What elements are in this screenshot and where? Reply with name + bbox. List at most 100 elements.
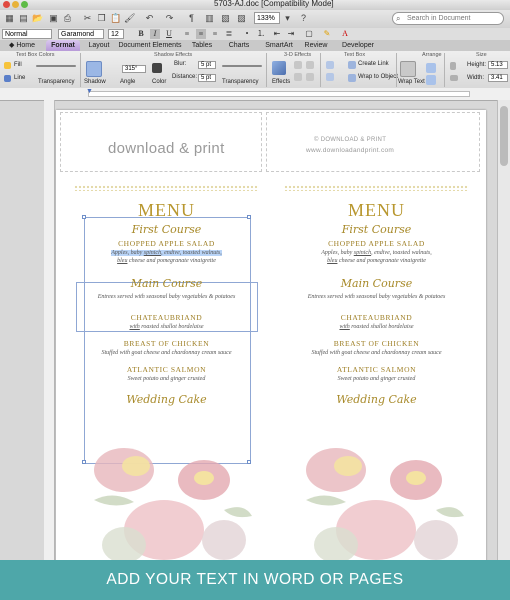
align-right-icon[interactable]: ≡ <box>210 29 220 39</box>
close-window-button[interactable] <box>3 1 10 8</box>
rotate-icon[interactable] <box>426 75 436 85</box>
height-label: Height: <box>467 62 487 68</box>
help-icon[interactable]: ? <box>298 13 309 24</box>
height-icon <box>450 62 456 70</box>
templates-icon[interactable]: ▤ <box>18 13 29 24</box>
menu-column-left[interactable]: MENU First Course CHOPPED APPLE SALAD Ap… <box>74 200 259 407</box>
cut-icon[interactable]: ✂ <box>82 13 93 24</box>
tab-developer[interactable]: Developer <box>338 40 378 51</box>
wrap-text-button[interactable]: Wrap Text <box>398 79 425 85</box>
toolbox-icon[interactable]: ▨ <box>236 13 247 24</box>
effects-button[interactable]: Effects <box>272 79 290 85</box>
new-document-icon[interactable]: ▦ <box>4 13 15 24</box>
open-icon[interactable]: 📂 <box>32 13 43 24</box>
copy-icon[interactable]: ❐ <box>96 13 107 24</box>
line-icon[interactable] <box>4 75 11 82</box>
ribbon-separator <box>320 53 321 87</box>
main-course-heading: Main Course <box>340 277 413 290</box>
shadow-icon[interactable] <box>86 61 102 77</box>
paste-icon[interactable]: 📋 <box>110 13 121 24</box>
width-field[interactable]: 3.41 <box>488 74 508 82</box>
decrease-indent-icon[interactable]: ⇤ <box>272 29 282 39</box>
blur-field[interactable]: 5 pt <box>198 61 216 69</box>
justify-icon[interactable]: ≣ <box>224 29 234 39</box>
website-text: www.downloadandprint.com <box>306 147 395 154</box>
wrap-to-object-button[interactable]: Wrap to Object <box>358 74 398 80</box>
indent-marker[interactable]: ▼ <box>86 88 93 95</box>
search-field[interactable]: ⌕ Search in Document <box>392 12 504 25</box>
fill-button[interactable]: Fill <box>14 62 22 68</box>
wrap-to-object-icon[interactable] <box>348 74 356 82</box>
tab-home[interactable]: ◆ Home <box>2 40 42 51</box>
bring-forward-icon[interactable] <box>426 63 436 73</box>
fill-transparency-slider[interactable] <box>36 65 76 67</box>
tab-smartart[interactable]: SmartArt <box>260 40 298 51</box>
tab-format[interactable]: Format <box>46 40 80 51</box>
tilt-up-icon[interactable] <box>294 61 302 69</box>
style-select[interactable]: Normal <box>2 29 52 39</box>
fill-icon[interactable] <box>4 62 11 69</box>
3d-effects-icon[interactable] <box>272 61 286 75</box>
bold-button[interactable]: B <box>136 29 146 39</box>
zoom-dropdown-icon[interactable]: ▾ <box>282 13 293 24</box>
tilt-right-icon[interactable] <box>306 73 314 81</box>
line-button[interactable]: Line <box>14 75 25 81</box>
horizontal-ruler[interactable]: ▼ <box>0 88 510 101</box>
tab-tables[interactable]: Tables <box>188 40 216 51</box>
scrollbar-thumb[interactable] <box>500 106 508 166</box>
font-select[interactable]: Garamond <box>58 29 104 39</box>
italic-button[interactable]: I <box>150 29 160 39</box>
first-course-heading: First Course <box>341 223 412 236</box>
distance-field[interactable]: 5 pt <box>198 74 216 82</box>
group-text-box: Text Box <box>344 52 366 58</box>
tab-charts[interactable]: Charts <box>224 40 254 51</box>
print-icon[interactable]: ⎙ <box>62 13 73 24</box>
text-align-icon[interactable] <box>326 73 334 81</box>
font-color-icon[interactable]: A <box>340 29 350 39</box>
zoom-field[interactable]: 133% <box>254 12 280 24</box>
increase-indent-icon[interactable]: ⇥ <box>286 29 296 39</box>
group-shadow-effects: Shadow Effects <box>154 52 193 58</box>
menu-item-name: CHOPPED APPLE SALAD <box>328 239 425 248</box>
shadow-color-icon[interactable] <box>152 63 162 73</box>
borders-icon[interactable]: ▢ <box>304 29 314 39</box>
create-link-icon[interactable] <box>348 61 356 69</box>
wrap-text-icon[interactable] <box>400 61 416 77</box>
highlight-icon[interactable]: ✎ <box>322 29 332 39</box>
height-field[interactable]: 5.13 <box>488 61 508 69</box>
tilt-down-icon[interactable] <box>306 61 314 69</box>
text-direction-icon[interactable] <box>326 61 334 69</box>
angle-field[interactable]: 315° <box>122 65 146 73</box>
media-browser-icon[interactable]: ▧ <box>220 13 231 24</box>
decorative-divider <box>74 185 259 191</box>
align-left-icon[interactable]: ≡ <box>182 29 192 39</box>
vertical-scrollbar[interactable] <box>497 100 510 560</box>
underline-button[interactable]: U <box>164 29 174 39</box>
tab-review[interactable]: Review <box>302 40 330 51</box>
menu-column-right[interactable]: MENU First Course CHOPPED APPLE SALAD Ap… <box>284 200 469 407</box>
vertical-ruler[interactable] <box>44 100 55 560</box>
undo-icon[interactable]: ↶ <box>144 13 155 24</box>
align-center-icon[interactable]: ≡ <box>196 29 206 39</box>
tab-layout[interactable]: Layout <box>84 40 114 51</box>
width-label: Width: <box>467 75 485 81</box>
numbering-icon[interactable]: ⒈ <box>256 29 266 39</box>
minimize-window-button[interactable] <box>12 1 19 8</box>
font-size-select[interactable]: 12 <box>108 29 124 39</box>
menu-item-description: with roasted shallot bordelaise <box>129 324 204 330</box>
angle-label: Angle <box>120 79 136 85</box>
document-page[interactable]: download & print © DOWNLOAD & PRINT www.… <box>56 110 486 570</box>
shadow-button[interactable]: Shadow <box>84 79 106 85</box>
transparency-label: Transparency <box>38 79 75 85</box>
tab-document-elements[interactable]: Document Elements <box>118 40 182 51</box>
pilcrow-icon[interactable]: ¶ <box>186 13 197 24</box>
sidebar-icon[interactable]: ▥ <box>204 13 215 24</box>
format-painter-icon[interactable]: 🖌 <box>124 13 135 24</box>
zoom-window-button[interactable] <box>21 1 28 8</box>
bullets-icon[interactable]: • <box>242 29 252 39</box>
tilt-left-icon[interactable] <box>294 73 302 81</box>
save-icon[interactable]: ▣ <box>48 13 59 24</box>
create-link-button[interactable]: Create Link <box>358 61 389 67</box>
redo-icon[interactable]: ↷ <box>164 13 175 24</box>
shadow-transparency-slider[interactable] <box>222 65 262 67</box>
